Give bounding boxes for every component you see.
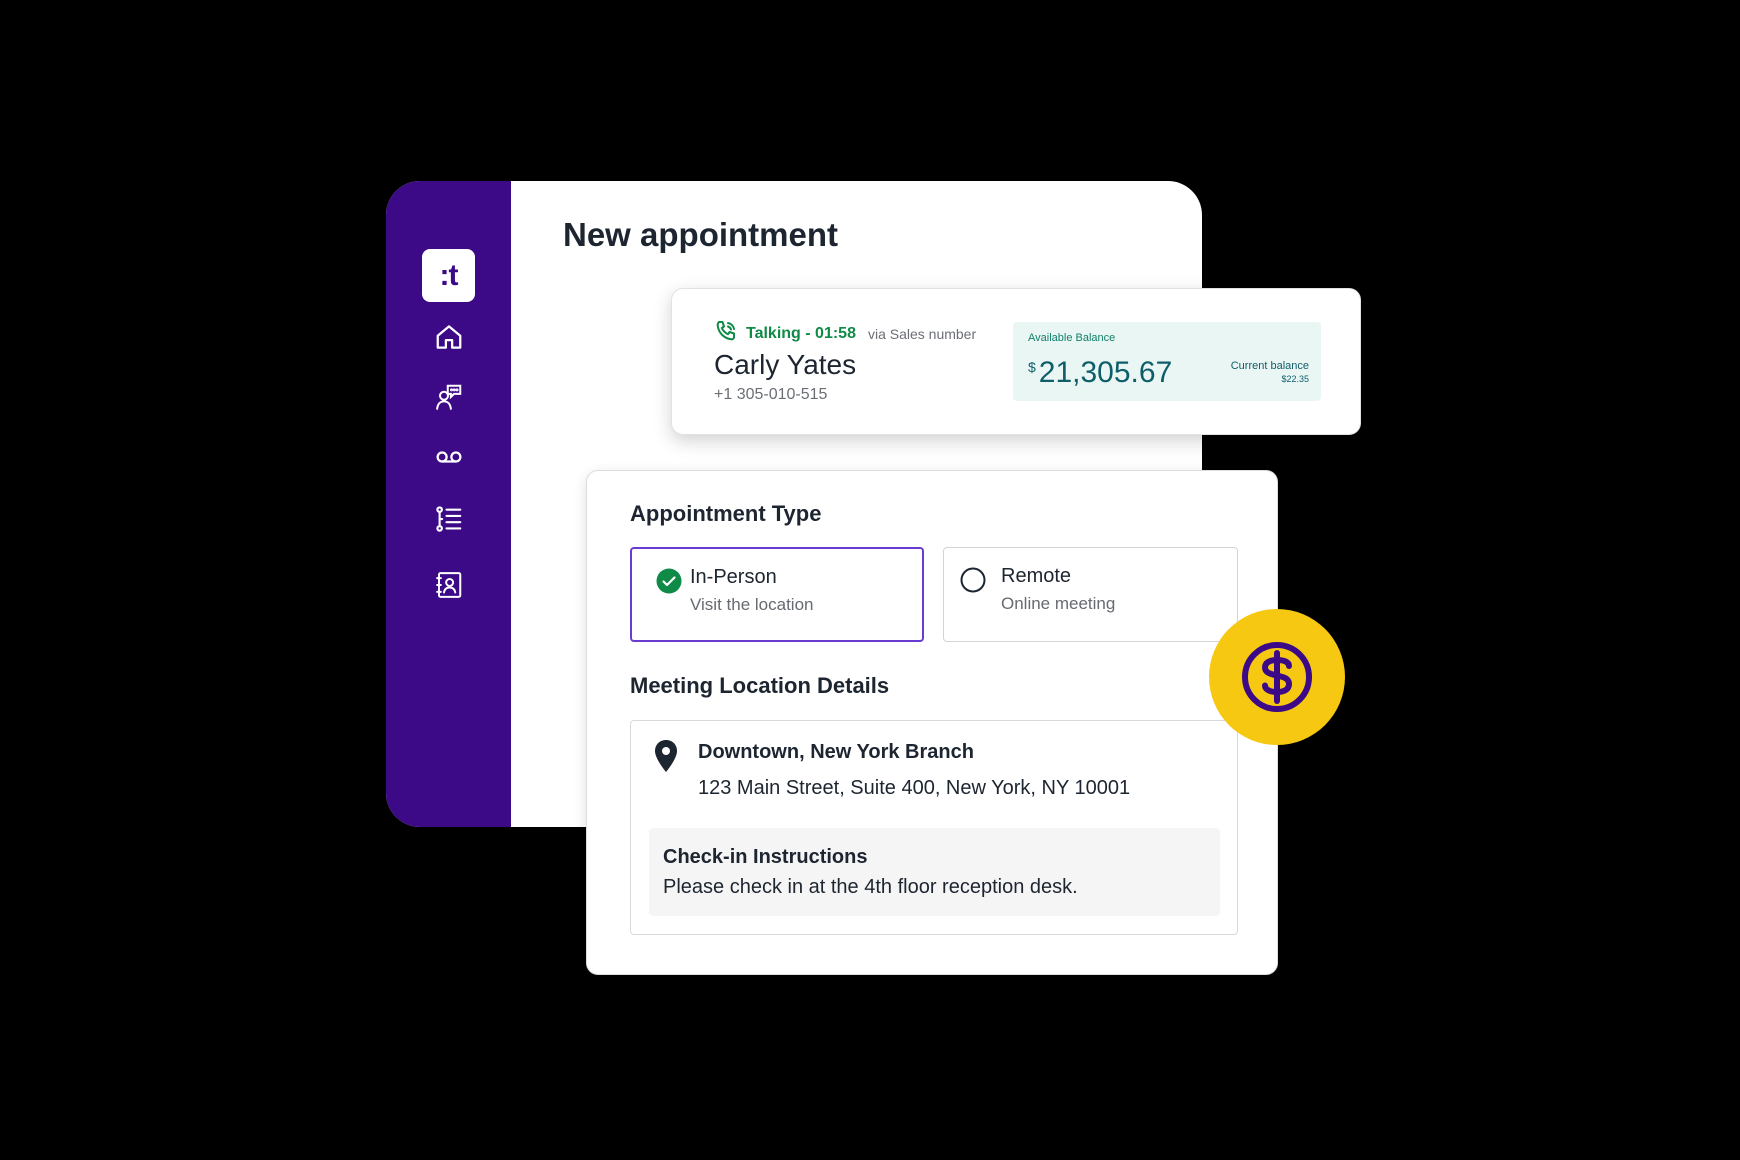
appointment-type-title: Appointment Type [630,501,822,526]
page-title: New appointment [563,216,839,253]
home-icon[interactable] [433,321,465,353]
dollar-coin-badge [1209,609,1345,745]
app-logo[interactable]: :t [422,249,475,302]
radio-empty-icon [960,567,986,593]
logo-text: :t [439,258,459,292]
balance-value: 21,305.67 [1038,356,1173,389]
location-details-box: Downtown, New York Branch 123 Main Stree… [630,720,1238,935]
voicemail-icon[interactable] [433,441,465,473]
contacts-chat-icon[interactable] [433,381,465,413]
list-icon[interactable] [433,503,465,535]
caller-name: Carly Yates [714,349,857,380]
current-balance-label: Current balance [1230,360,1309,372]
checkin-text: Please check in at the 4th floor recepti… [663,876,1078,898]
current-balance-value: $22.35 [1281,374,1309,384]
caller-phone: +1 305-010-515 [714,386,828,403]
option-title: In-Person [690,566,777,588]
option-title: Remote [1001,565,1072,587]
call-status: Talking - 01:58 via Sales number [714,319,976,348]
checkin-instructions: Check-in Instructions Please check in at… [649,828,1220,916]
branch-address: 123 Main Street, Suite 400, New York, NY… [698,777,1131,799]
dollar-icon [1242,642,1312,712]
phone-call-icon [714,319,738,348]
option-subtitle: Visit the location [690,595,814,614]
location-details-title: Meeting Location Details [630,673,890,698]
option-remote[interactable]: Remote Online meeting [943,547,1238,642]
address-book-icon[interactable] [433,569,465,601]
appointment-form: Appointment Type In-Person Visit the loc… [586,470,1278,975]
option-subtitle: Online meeting [1001,594,1116,613]
checkin-title: Check-in Instructions [663,846,868,868]
call-status-text: Talking - 01:58 [746,324,856,342]
balance-label: Available Balance [1028,332,1116,344]
active-call-card: Talking - 01:58 via Sales number Carly Y… [671,288,1361,435]
balance-currency: $ [1028,359,1036,375]
location-pin-icon [655,740,677,772]
option-in-person[interactable]: In-Person Visit the location [630,547,924,642]
balance-amount: $ 21,305.67 [1028,356,1172,390]
call-via-text: via Sales number [867,325,977,342]
balance-panel: Available Balance $ 21,305.67 Current ba… [1013,322,1321,401]
branch-name: Downtown, New York Branch [698,741,974,763]
check-circle-icon [656,568,682,594]
sidebar: :t [386,181,511,827]
current-balance: Current balance $22.35 [1231,360,1309,384]
